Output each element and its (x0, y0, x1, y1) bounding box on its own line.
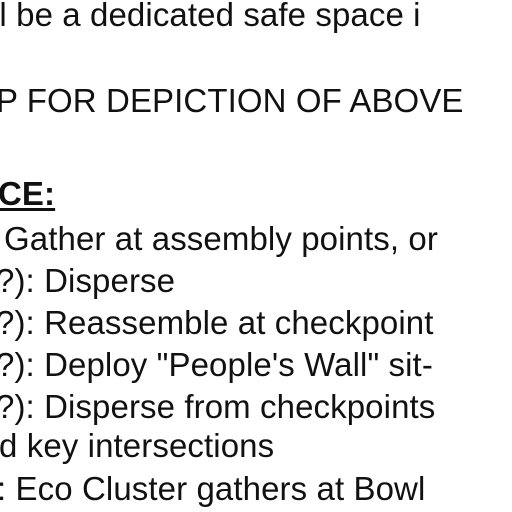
section-heading: CE: (0, 175, 56, 212)
text-line-disperse: ?): Disperse (0, 262, 176, 299)
text-line-safe-space: ll be a dedicated safe space i (0, 0, 421, 33)
text-line-key-intersections: d key intersections (0, 427, 275, 464)
text-line-map-depiction: P FOR DEPICTION OF ABOVE (0, 82, 464, 119)
document-page: ll be a dedicated safe space i P FOR DEP… (0, 0, 512, 512)
text-line-gather: Gather at assembly points, or (4, 220, 438, 257)
text-line-disperse-checkpoints: ?): Disperse from checkpoints (0, 388, 436, 425)
text-line-peoples-wall: ?): Deploy "People's Wall" sit- (0, 346, 433, 383)
text-line-eco-cluster: : Eco Cluster gathers at Bowl (0, 470, 426, 507)
text-line-reassemble: ?): Reassemble at checkpoint (0, 304, 434, 341)
